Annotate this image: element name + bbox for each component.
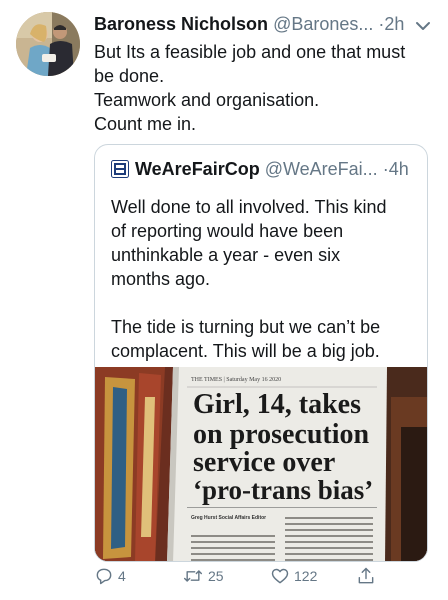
tweet-text: But Its a feasible job and one that must… <box>94 40 434 136</box>
headline-line: Girl, 14, takes <box>193 389 361 420</box>
tweet-text-line: Teamwork and organisation. <box>94 90 320 110</box>
avatar[interactable] <box>16 12 80 76</box>
tweet-text-line: be done. <box>94 66 165 86</box>
quoted-author-name[interactable]: WeAreFairCop <box>135 159 260 179</box>
newspaper-dateline: THE TIMES | Saturday May 16 2020 <box>191 377 281 383</box>
timestamp[interactable]: 2h <box>384 14 404 34</box>
headline-line: service over <box>193 447 335 478</box>
newspaper-photo[interactable]: THE TIMES | Saturday May 16 2020 Girl, 1… <box>95 367 427 561</box>
quoted-text-line: of reporting would have been <box>111 221 344 241</box>
quoted-text-line: complacent. This will be a big job. <box>111 341 380 361</box>
avatar-photo <box>16 12 80 76</box>
headline-line: ‘pro-trans bias’ <box>193 475 373 505</box>
retweet-icon <box>183 570 203 582</box>
tweet[interactable]: Baroness Nicholson @Barones... ·2h But I… <box>0 0 448 600</box>
reply-button[interactable]: 4 <box>94 564 126 588</box>
chevron-down-icon[interactable] <box>412 16 434 36</box>
fair-cop-logo-icon <box>111 160 129 178</box>
quoted-tweet[interactable]: WeAreFairCop @WeAreFai... ·4h Well done … <box>94 144 428 562</box>
tweet-text-line: But Its a feasible job and one that must <box>94 42 406 62</box>
like-button[interactable]: 122 <box>270 564 317 588</box>
reply-icon <box>96 568 112 585</box>
author-handle[interactable]: @Barones... <box>273 14 373 34</box>
retweet-count: 25 <box>208 568 224 584</box>
reply-count: 4 <box>118 568 126 584</box>
quoted-author-handle[interactable]: @WeAreFai... <box>265 159 378 179</box>
share-button[interactable] <box>356 564 376 588</box>
author-name[interactable]: Baroness Nicholson <box>94 14 268 34</box>
quoted-text-line: Well done to all involved. This kind <box>111 197 387 217</box>
tweet-header: Baroness Nicholson @Barones... ·2h <box>94 14 434 38</box>
quoted-text-line: The tide is turning but we can’t be <box>111 317 381 337</box>
tweet-text-line: Count me in. <box>94 114 197 134</box>
quoted-text-line: unthinkable a year - even six <box>111 245 341 265</box>
headline-line: on prosecution <box>193 419 369 450</box>
quoted-tweet-header: WeAreFairCop @WeAreFai... ·4h <box>111 159 411 183</box>
like-count: 122 <box>294 568 318 584</box>
quoted-tweet-text: Well done to all involved. This kind of … <box>111 195 417 363</box>
heart-icon <box>271 568 289 584</box>
retweet-button[interactable]: 25 <box>182 564 224 588</box>
action-bar: 4 25 122 <box>94 564 434 588</box>
quoted-timestamp[interactable]: 4h <box>389 159 409 179</box>
quoted-text-line: months ago. <box>111 269 211 289</box>
quoted-text-blank-line <box>111 291 417 315</box>
share-icon <box>358 567 374 584</box>
newspaper-byline: Greg Hurst Social Affairs Editor <box>191 515 266 521</box>
